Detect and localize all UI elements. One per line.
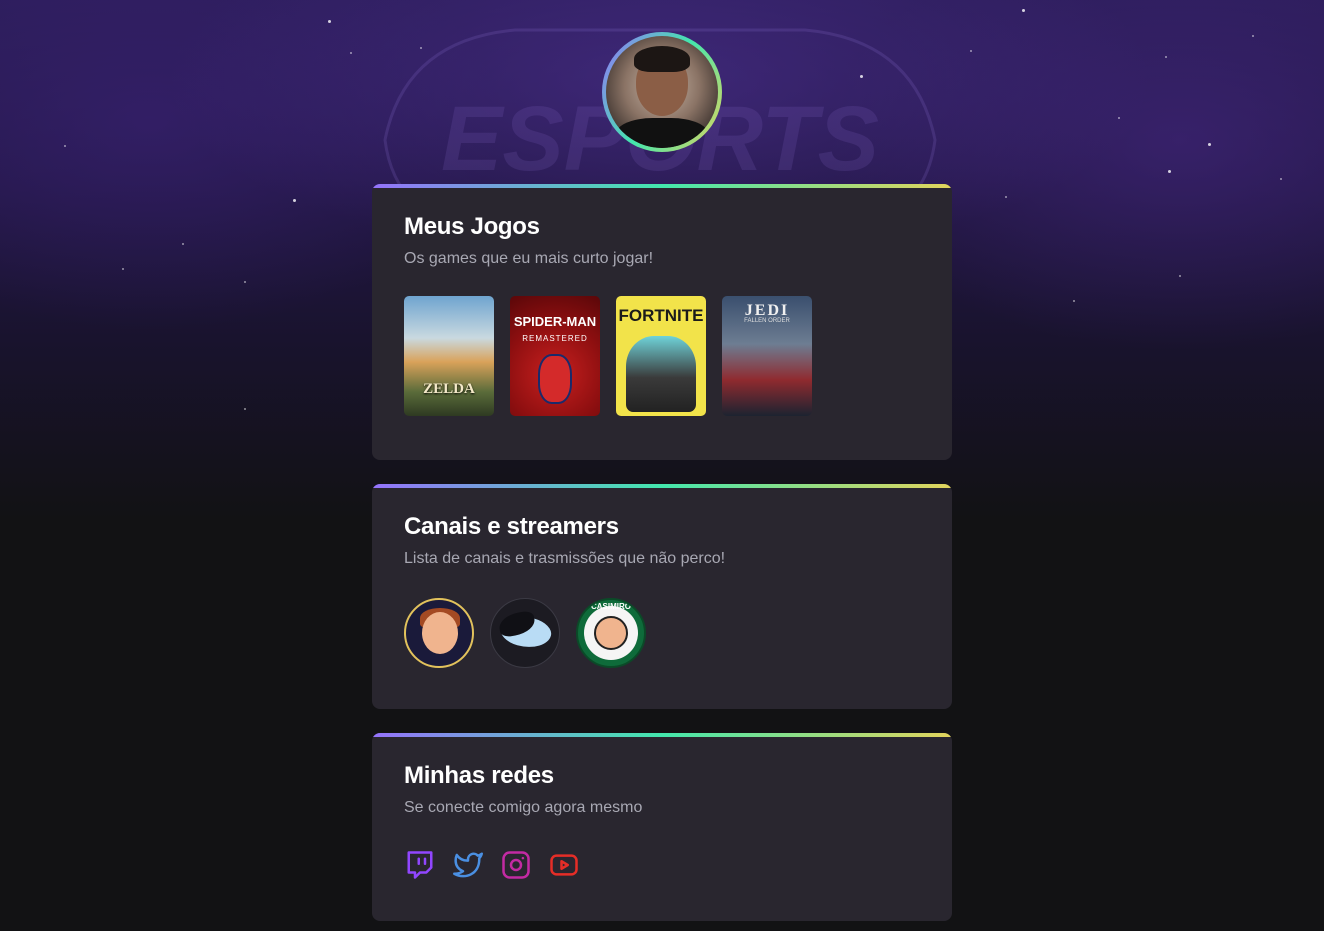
game-cover-spiderman[interactable]: SPIDER-MAN REMASTERED bbox=[510, 296, 600, 416]
streamer-badge-text: CASIMIRO bbox=[591, 602, 631, 611]
game-cover-title: ZELDA bbox=[423, 381, 475, 397]
streamers-subtitle: Lista de canais e trasmissões que não pe… bbox=[404, 550, 726, 567]
socials-card: Minhas redes Se conecte comigo agora mes… bbox=[372, 733, 952, 921]
game-cover-jedi[interactable]: JEDI FALLEN ORDER bbox=[722, 296, 812, 416]
game-cover-fortnite[interactable]: FORTNITE bbox=[616, 296, 706, 416]
game-cover-title: SPIDER-MAN bbox=[513, 314, 597, 329]
streamers-card: Canais e streamers Lista de canais e tra… bbox=[372, 484, 952, 709]
streamers-list: CASIMIRO bbox=[404, 598, 920, 668]
streamer-avatar-casimiro[interactable]: CASIMIRO bbox=[576, 598, 646, 668]
streamer-avatar-1[interactable] bbox=[404, 598, 474, 668]
social-links bbox=[404, 849, 920, 881]
youtube-icon[interactable] bbox=[548, 849, 580, 881]
games-subtitle: Os games que eu mais curto jogar! bbox=[404, 250, 654, 267]
games-title: Meus Jogos bbox=[404, 213, 540, 240]
fortnite-art bbox=[626, 336, 696, 412]
twitter-icon[interactable] bbox=[452, 849, 484, 881]
game-cover-title: FORTNITE bbox=[618, 306, 704, 325]
spiderman-art bbox=[538, 354, 572, 404]
socials-subtitle: Se conecte comigo agora mesmo bbox=[404, 799, 643, 816]
streamers-title: Canais e streamers bbox=[404, 513, 619, 540]
instagram-icon[interactable] bbox=[500, 849, 532, 881]
game-cover-subtitle: REMASTERED bbox=[522, 334, 588, 343]
profile-avatar bbox=[606, 36, 718, 148]
games-list: ZELDA SPIDER-MAN REMASTERED FORTNITE JED… bbox=[404, 296, 920, 416]
streamer-avatar-2[interactable] bbox=[490, 598, 560, 668]
twitch-icon[interactable] bbox=[404, 849, 436, 881]
socials-title: Minhas redes bbox=[404, 762, 554, 789]
game-cover-zelda[interactable]: ZELDA bbox=[404, 296, 494, 416]
profile-avatar-ring bbox=[602, 32, 722, 152]
game-cover-subtitle: FALLEN ORDER bbox=[744, 318, 790, 324]
games-card: Meus Jogos Os games que eu mais curto jo… bbox=[372, 184, 952, 460]
